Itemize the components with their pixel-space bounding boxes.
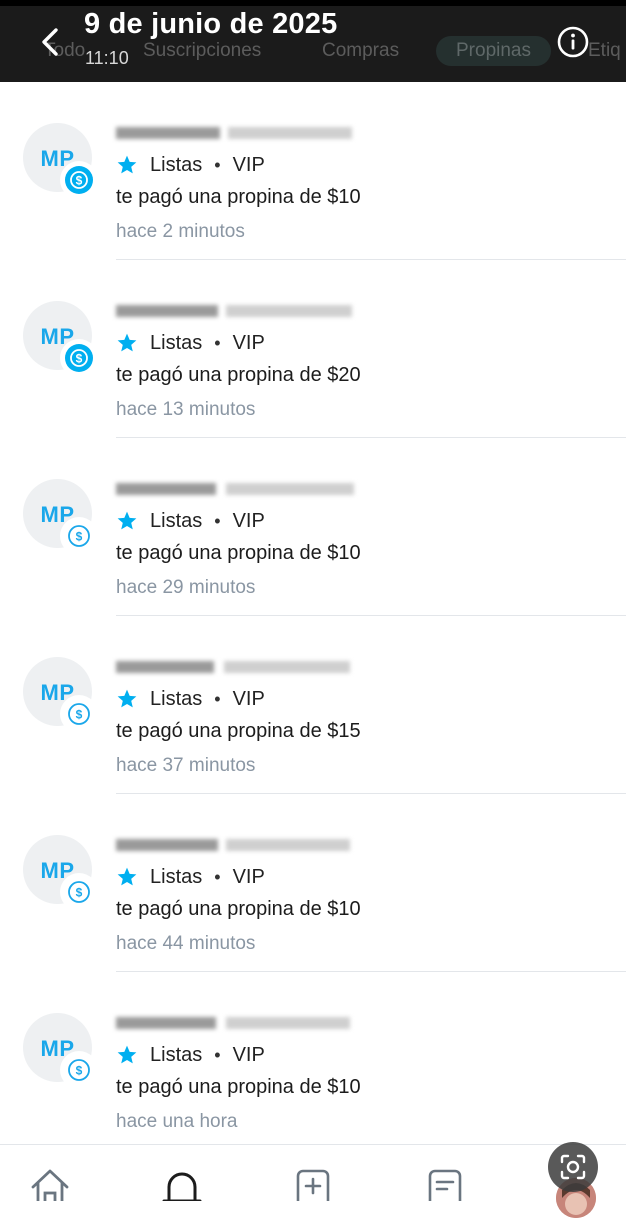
notification-time: hace 37 minutos xyxy=(116,755,256,776)
tip-badge: $ xyxy=(60,1051,98,1089)
nav-home[interactable] xyxy=(28,1167,72,1201)
star-icon xyxy=(117,1045,137,1064)
list-tag-row: Listas • VIP xyxy=(116,686,265,712)
notification-time: hace 29 minutos xyxy=(116,577,256,598)
star-icon xyxy=(117,511,137,530)
dollar-coin-icon: $ xyxy=(68,525,90,547)
tip-badge: $ xyxy=(60,517,98,555)
nav-messages[interactable] xyxy=(424,1167,468,1201)
notification-message: te pagó una propina de $20 xyxy=(116,364,361,386)
tab-etiquetas[interactable]: Etiq xyxy=(588,40,621,62)
dollar-coin-icon: $ xyxy=(68,881,90,903)
bottom-nav xyxy=(0,1144,626,1201)
star-icon xyxy=(117,689,137,708)
notification-item[interactable]: MP $ Listas • VIP te pagó una propina de… xyxy=(0,438,626,616)
dollar-coin-icon: $ xyxy=(68,1059,90,1081)
separator-dot: • xyxy=(214,510,221,531)
list-tag-row: Listas • VIP xyxy=(116,508,265,534)
dollar-coin-icon: $ xyxy=(65,166,93,194)
notification-time: hace 44 minutos xyxy=(116,933,256,954)
tab-suscripciones[interactable]: Suscripciones xyxy=(143,40,261,62)
info-icon xyxy=(557,26,589,58)
separator-dot: • xyxy=(214,1044,221,1065)
notifications-list: MP $ Listas • VIP te pagó una propina de… xyxy=(0,82,626,1144)
blurred-username xyxy=(116,122,356,144)
notification-message: te pagó una propina de $10 xyxy=(116,186,361,208)
blurred-username xyxy=(116,656,356,678)
blurred-username xyxy=(116,1012,356,1034)
status-strip xyxy=(0,0,626,6)
lens-button[interactable] xyxy=(548,1142,598,1192)
vip-tag: VIP xyxy=(232,509,265,532)
notification-item[interactable]: MP $ Listas • VIP te pagó una propina de… xyxy=(0,82,626,260)
list-label: Listas xyxy=(150,153,203,176)
list-tag-row: Listas • VIP xyxy=(116,152,265,178)
svg-text:$: $ xyxy=(76,707,83,721)
info-button[interactable] xyxy=(556,25,590,59)
list-tag-row: Listas • VIP xyxy=(116,864,265,890)
notification-time: hace 13 minutos xyxy=(116,399,256,420)
notification-item[interactable]: MP $ Listas • VIP te pagó una propina de… xyxy=(0,794,626,972)
vip-tag: VIP xyxy=(232,153,265,176)
tip-badge: $ xyxy=(60,695,98,733)
tip-badge: $ xyxy=(60,339,98,377)
lens-icon xyxy=(560,1154,586,1180)
vip-tag: VIP xyxy=(232,331,265,354)
list-label: Listas xyxy=(150,331,203,354)
list-label: Listas xyxy=(150,687,203,710)
top-bar: Todo Suscripciones Compras Propinas Etiq… xyxy=(0,0,626,82)
nav-add-post[interactable] xyxy=(292,1167,336,1201)
blurred-username xyxy=(116,478,356,500)
star-icon xyxy=(117,333,137,352)
list-label: Listas xyxy=(150,1043,203,1066)
tip-badge: $ xyxy=(60,873,98,911)
notification-item[interactable]: MP $ Listas • VIP te pagó una propina de… xyxy=(0,616,626,794)
notification-time: hace una hora xyxy=(116,1111,238,1132)
dollar-coin-icon: $ xyxy=(65,344,93,372)
notification-item[interactable]: MP $ Listas • VIP te pagó una propina de… xyxy=(0,260,626,438)
star-icon xyxy=(117,867,137,886)
chevron-left-icon xyxy=(42,28,58,56)
notification-message: te pagó una propina de $10 xyxy=(116,542,361,564)
vip-tag: VIP xyxy=(232,865,265,888)
list-tag-row: Listas • VIP xyxy=(116,1042,265,1068)
vip-tag: VIP xyxy=(232,687,265,710)
page-title: 9 de junio de 2025 xyxy=(84,8,338,40)
notification-item[interactable]: MP $ Listas • VIP te pagó una propina de… xyxy=(0,972,626,1144)
home-icon xyxy=(31,1169,69,1201)
notification-message: te pagó una propina de $10 xyxy=(116,1076,361,1098)
notification-message: te pagó una propina de $15 xyxy=(116,720,361,742)
separator-dot: • xyxy=(214,154,221,175)
svg-text:$: $ xyxy=(76,1063,83,1077)
svg-text:$: $ xyxy=(76,352,83,366)
blurred-username xyxy=(116,834,356,856)
tab-compras[interactable]: Compras xyxy=(322,40,399,62)
add-post-icon xyxy=(296,1169,330,1201)
list-tag-row: Listas • VIP xyxy=(116,330,265,356)
star-icon xyxy=(117,155,137,174)
tab-propinas[interactable]: Propinas xyxy=(436,36,551,66)
dollar-coin-icon: $ xyxy=(68,703,90,725)
notification-message: te pagó una propina de $10 xyxy=(116,898,361,920)
blurred-username xyxy=(116,300,356,322)
svg-text:$: $ xyxy=(76,529,83,543)
tip-badge: $ xyxy=(60,161,98,199)
nav-notifications[interactable] xyxy=(160,1167,204,1201)
back-button[interactable] xyxy=(34,22,70,62)
list-label: Listas xyxy=(150,509,203,532)
separator-dot: • xyxy=(214,866,221,887)
svg-text:$: $ xyxy=(76,174,83,188)
vip-tag: VIP xyxy=(232,1043,265,1066)
separator-dot: • xyxy=(214,332,221,353)
messages-icon xyxy=(428,1169,462,1201)
time-label: 11:10 xyxy=(85,48,129,68)
bell-icon xyxy=(162,1172,202,1201)
separator-dot: • xyxy=(214,688,221,709)
notification-time: hace 2 minutos xyxy=(116,221,245,242)
list-label: Listas xyxy=(150,865,203,888)
svg-text:$: $ xyxy=(76,885,83,899)
